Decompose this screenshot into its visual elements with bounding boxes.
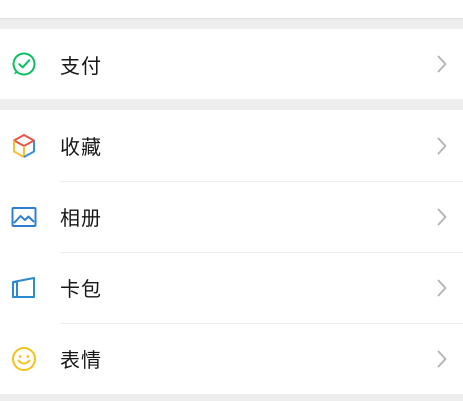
menu-item-pay[interactable]: 支付 bbox=[0, 29, 463, 99]
chevron-right-icon bbox=[437, 279, 447, 296]
smiley-icon bbox=[10, 345, 38, 373]
me-page: 支付 收藏 相册 卡包 表情 bbox=[0, 0, 463, 401]
menu-item-card-wallet[interactable]: 卡包 bbox=[0, 252, 463, 323]
menu-item-label: 表情 bbox=[60, 348, 102, 372]
pay-group: 支付 bbox=[0, 29, 463, 99]
features-group: 收藏 相册 卡包 表情 bbox=[0, 110, 463, 394]
chevron-right-icon bbox=[437, 350, 447, 367]
menu-item-label: 支付 bbox=[60, 53, 102, 78]
menu-item-label: 相册 bbox=[60, 206, 102, 230]
album-image-icon bbox=[10, 203, 38, 231]
menu-item-label: 卡包 bbox=[60, 277, 102, 301]
favorites-cube-icon bbox=[10, 132, 38, 160]
payment-check-icon bbox=[10, 50, 38, 78]
card-wallet-icon bbox=[10, 274, 38, 302]
menu-item-album[interactable]: 相册 bbox=[0, 181, 463, 252]
menu-item-label: 收藏 bbox=[60, 135, 102, 159]
menu-item-favorites[interactable]: 收藏 bbox=[0, 110, 463, 181]
chevron-right-icon bbox=[437, 208, 447, 225]
top-section-remnant bbox=[0, 0, 463, 19]
chevron-right-icon bbox=[437, 137, 447, 154]
menu-item-stickers[interactable]: 表情 bbox=[0, 323, 463, 394]
chevron-right-icon bbox=[437, 55, 447, 73]
